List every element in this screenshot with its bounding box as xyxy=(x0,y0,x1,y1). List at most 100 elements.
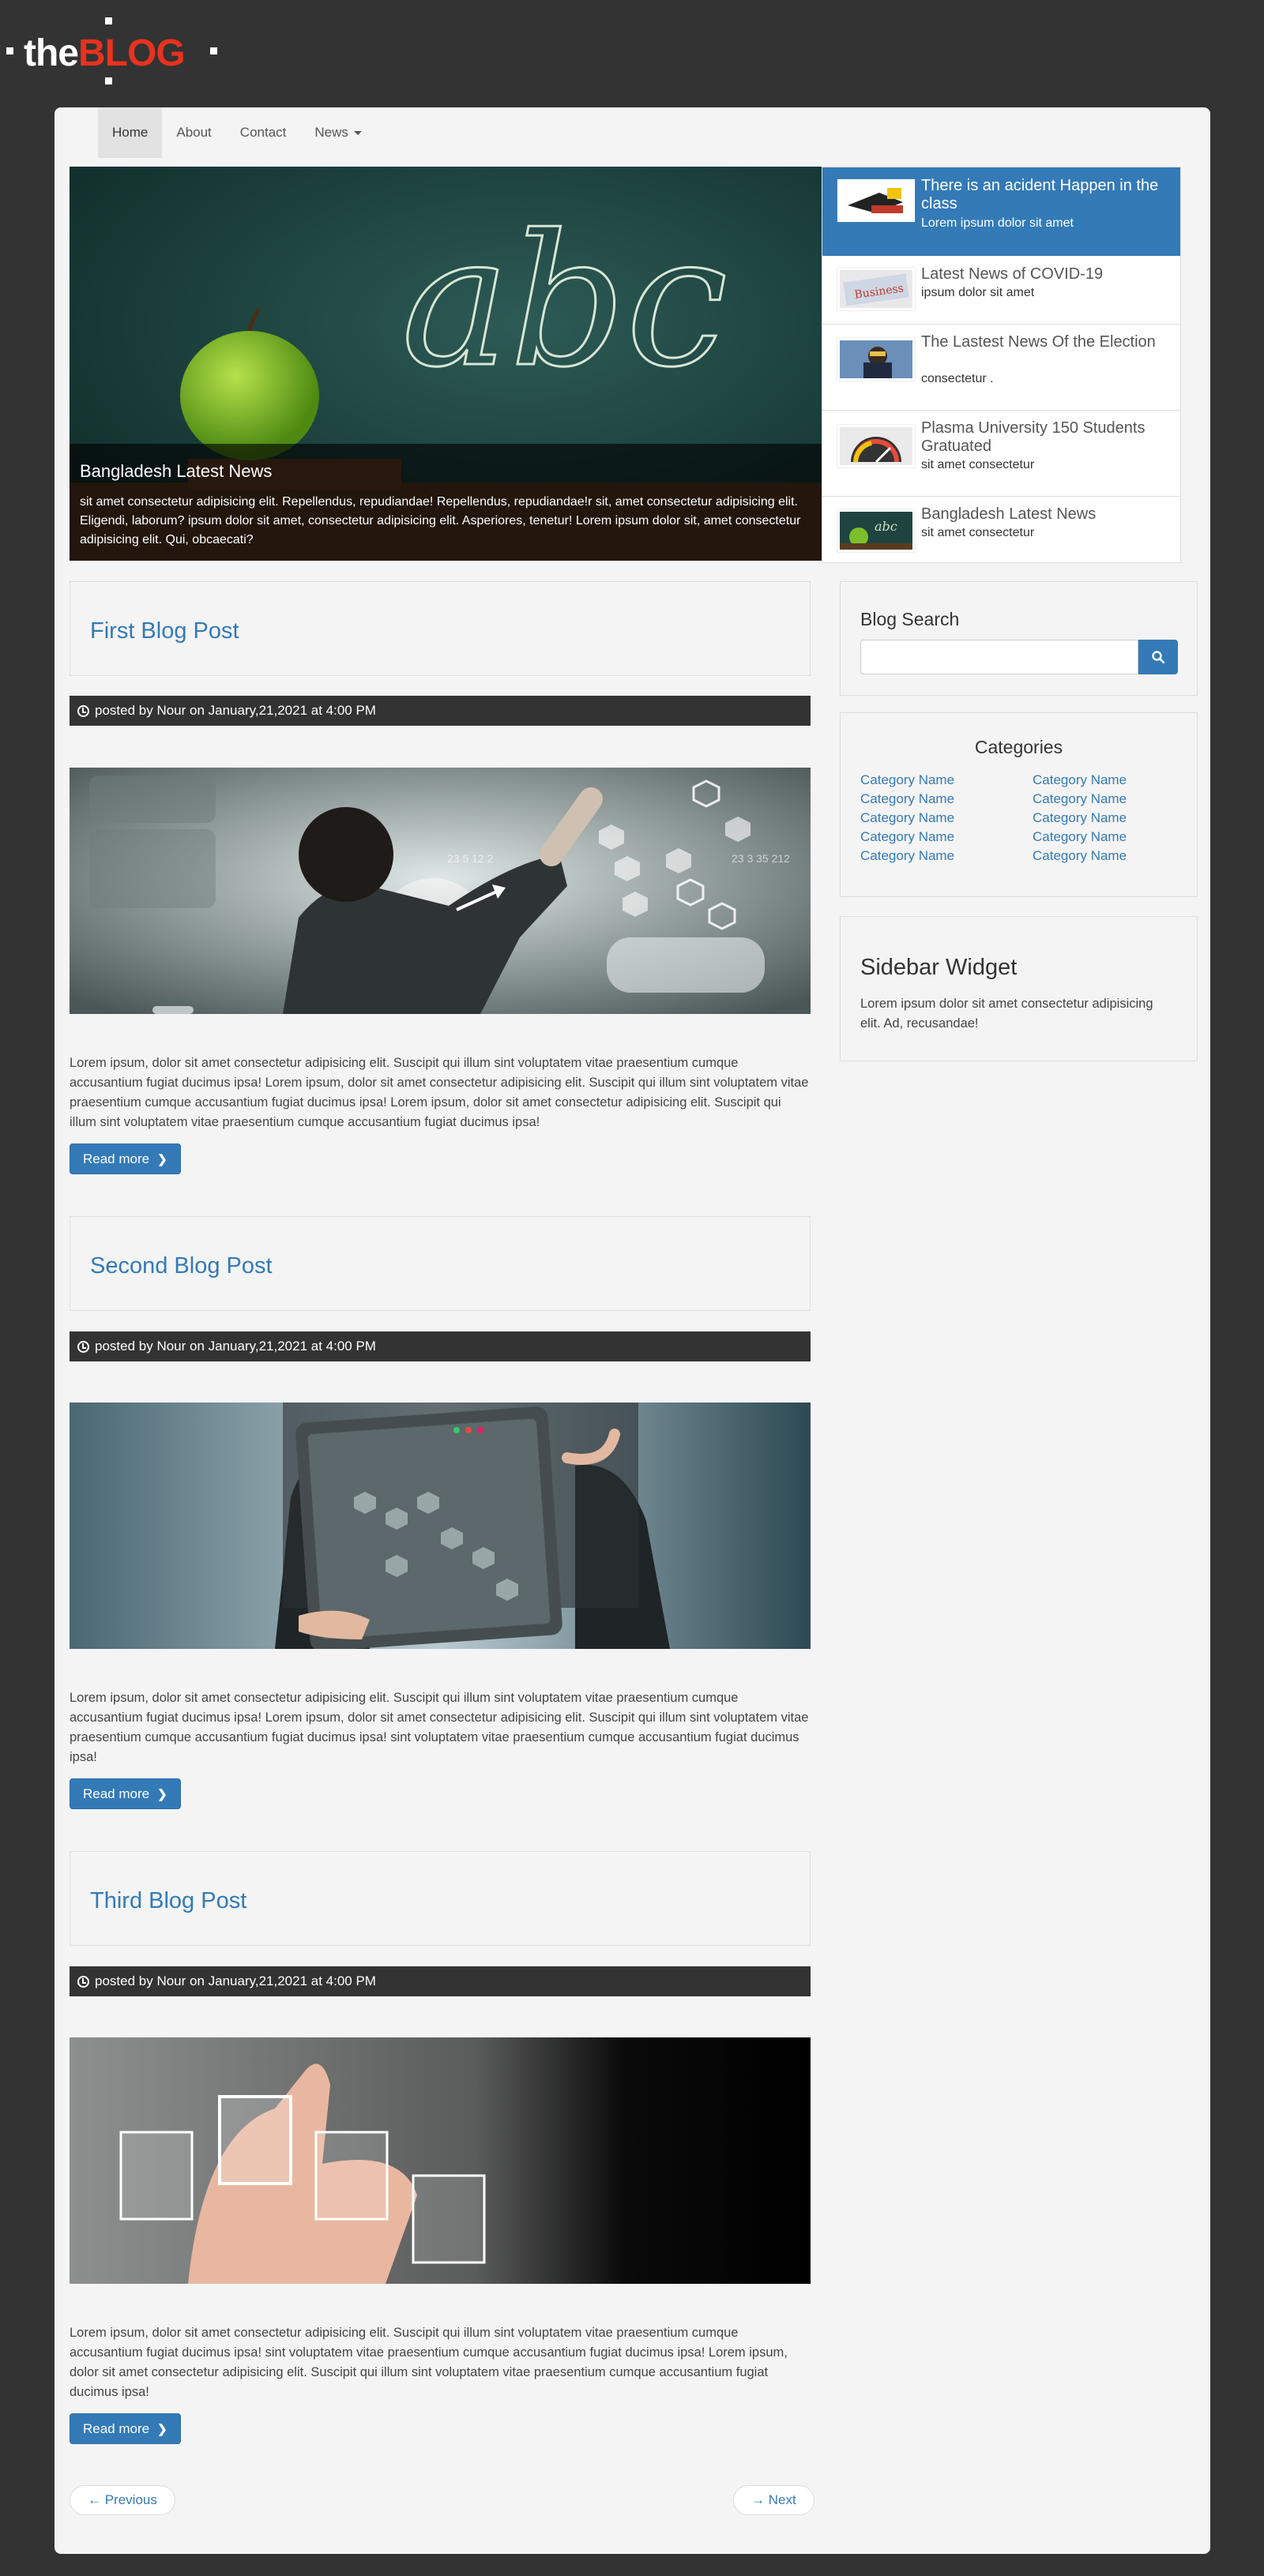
sidebar-categories: Categories Category Name Category Name C… xyxy=(840,712,1198,897)
logo-dot xyxy=(105,17,112,24)
news-thumbnail: Business xyxy=(837,268,915,310)
read-more-button[interactable]: Read more ❯ xyxy=(70,1778,181,1809)
post-image: 23 5 12 2 23 3 35 212 xyxy=(70,768,811,1014)
news-thumbnail xyxy=(837,425,915,468)
category-link[interactable]: Category Name xyxy=(860,828,1033,845)
category-link[interactable]: Category Name xyxy=(1033,790,1191,807)
read-more-label: Read more xyxy=(83,1786,150,1801)
news-subtitle: sit amet consectetur xyxy=(921,526,1035,539)
nav-news-dropdown[interactable]: News xyxy=(300,107,376,158)
read-more-label: Read more xyxy=(83,1151,150,1166)
post-excerpt: Lorem ipsum, dolor sit amet consectetur … xyxy=(70,2326,788,2399)
post-image xyxy=(70,1403,811,1649)
post-meta: posted by Nour on January,21,2021 at 4:0… xyxy=(70,696,811,726)
widget-text: Lorem ipsum dolor sit amet consectetur a… xyxy=(860,997,1153,1031)
news-subtitle: Lorem ipsum dolor sit amet xyxy=(921,216,1074,230)
news-thumbnail: abc xyxy=(837,509,915,552)
news-title: The Lastest News Of the Election xyxy=(921,333,1156,351)
post-title-box: Second Blog Post xyxy=(70,1216,811,1311)
news-subtitle: consectetur . xyxy=(921,372,994,385)
logo-dot xyxy=(6,47,13,54)
post-title[interactable]: Third Blog Post xyxy=(90,1888,246,1914)
image-numbers-right: 23 3 35 212 xyxy=(732,852,790,865)
sidebar-widget: Sidebar Widget Lorem ipsum dolor sit ame… xyxy=(840,916,1198,1061)
post-title-box: First Blog Post xyxy=(70,581,811,676)
logo-text: theBLOG xyxy=(24,32,186,76)
chevron-right-icon: ❯ xyxy=(157,1787,167,1801)
category-link[interactable]: Category Name xyxy=(860,847,1033,864)
clock-icon xyxy=(77,1340,89,1353)
news-thumbnail xyxy=(837,338,915,381)
post-excerpt: Lorem ipsum, dolor sit amet consectetur … xyxy=(70,1691,809,1764)
news-item[interactable]: Business Latest News of COVID-19 ipsum d… xyxy=(822,256,1180,325)
chevron-right-icon: ❯ xyxy=(157,1152,167,1166)
news-title: Plasma University 150 Students Gratuated xyxy=(921,419,1146,455)
widget-title: Sidebar Widget xyxy=(860,955,1018,980)
previous-label: ← Previous xyxy=(88,2492,157,2507)
category-link[interactable]: Category Name xyxy=(1033,772,1191,788)
nav-label: Home xyxy=(112,125,149,140)
nav-label: News xyxy=(314,125,348,140)
news-thumbnail xyxy=(837,179,915,222)
main-container: Home About Contact News abc Bangladesh L… xyxy=(55,107,1210,2554)
next-button[interactable]: → Next xyxy=(733,2485,814,2515)
site-logo[interactable]: theBLOG xyxy=(6,17,220,88)
post-meta: posted by Nour on January,21,2021 at 4:0… xyxy=(70,1966,811,1996)
post-meta: posted by Nour on January,21,2021 at 4:0… xyxy=(70,1331,811,1361)
logo-blog: BLOG xyxy=(78,32,186,74)
read-more-button[interactable]: Read more ❯ xyxy=(70,1143,181,1174)
next-label: → Next xyxy=(751,2492,796,2507)
logo-the: the xyxy=(24,32,79,74)
news-title: There is an acident Happen in the class xyxy=(921,177,1159,212)
categories-title: Categories xyxy=(974,737,1063,757)
category-link[interactable]: Category Name xyxy=(860,790,1033,807)
news-subtitle: ipsum dolor sit amet xyxy=(921,286,1035,299)
news-item[interactable]: abc Bangladesh Latest News sit amet cons… xyxy=(822,497,1180,564)
clock-icon xyxy=(77,1975,89,1988)
news-item[interactable]: Plasma University 150 Students Gratuated… xyxy=(822,411,1180,497)
category-link[interactable]: Category Name xyxy=(1033,847,1191,864)
category-link[interactable]: Category Name xyxy=(860,772,1033,788)
category-link[interactable]: Category Name xyxy=(1033,809,1191,826)
category-link[interactable]: Category Name xyxy=(860,809,1033,826)
nav-about[interactable]: About xyxy=(162,107,225,158)
news-subtitle: sit amet consectetur xyxy=(921,458,1035,471)
post-image xyxy=(70,2037,811,2284)
nav-label: Contact xyxy=(239,125,287,140)
slider-caption: Bangladesh Latest News sit amet consecte… xyxy=(70,444,822,561)
search-row xyxy=(860,640,1178,674)
slider-caption-title: Bangladesh Latest News xyxy=(80,461,273,481)
image-numbers: 23 5 12 2 xyxy=(447,852,494,865)
post-meta-text: posted by Nour on January,21,2021 at 4:0… xyxy=(95,703,376,718)
category-link[interactable]: Category Name xyxy=(1033,828,1191,845)
search-title: Blog Search xyxy=(860,609,960,629)
navbar: Home About Contact News xyxy=(98,107,376,158)
previous-button[interactable]: ← Previous xyxy=(70,2485,175,2515)
read-more-button[interactable]: Read more ❯ xyxy=(70,2413,181,2444)
post-title[interactable]: Second Blog Post xyxy=(90,1253,273,1279)
logo-dot xyxy=(105,77,112,84)
news-list: There is an acident Happen in the class … xyxy=(822,167,1181,563)
search-button[interactable] xyxy=(1138,640,1178,674)
post-title[interactable]: First Blog Post xyxy=(90,618,239,644)
caret-down-icon xyxy=(353,130,362,135)
sidebar-search: Blog Search xyxy=(840,581,1198,696)
news-title: Bangladesh Latest News xyxy=(921,505,1097,523)
search-icon xyxy=(1152,651,1165,664)
post-title-box: Third Blog Post xyxy=(70,1851,811,1946)
nav-contact[interactable]: Contact xyxy=(226,107,301,158)
post-meta-text: posted by Nour on January,21,2021 at 4:0… xyxy=(95,1339,376,1354)
category-grid: Category Name Category Name Category Nam… xyxy=(860,772,1192,864)
nav-home[interactable]: Home xyxy=(98,107,163,158)
chevron-right-icon: ❯ xyxy=(157,2422,167,2436)
search-input[interactable] xyxy=(860,640,1138,674)
hero-slider[interactable]: abc Bangladesh Latest News sit amet cons… xyxy=(70,167,822,561)
news-title: Latest News of COVID-19 xyxy=(921,265,1104,283)
nav-label: About xyxy=(176,125,212,140)
post-meta-text: posted by Nour on January,21,2021 at 4:0… xyxy=(95,1973,376,1988)
chalkboard-text: abc xyxy=(401,197,728,407)
slider-caption-text: sit amet consectetur adipisicing elit. R… xyxy=(80,495,801,546)
news-item[interactable]: The Lastest News Of the Election consect… xyxy=(822,325,1180,411)
news-item[interactable]: There is an acident Happen in the class … xyxy=(822,167,1180,256)
read-more-label: Read more xyxy=(83,2420,150,2436)
